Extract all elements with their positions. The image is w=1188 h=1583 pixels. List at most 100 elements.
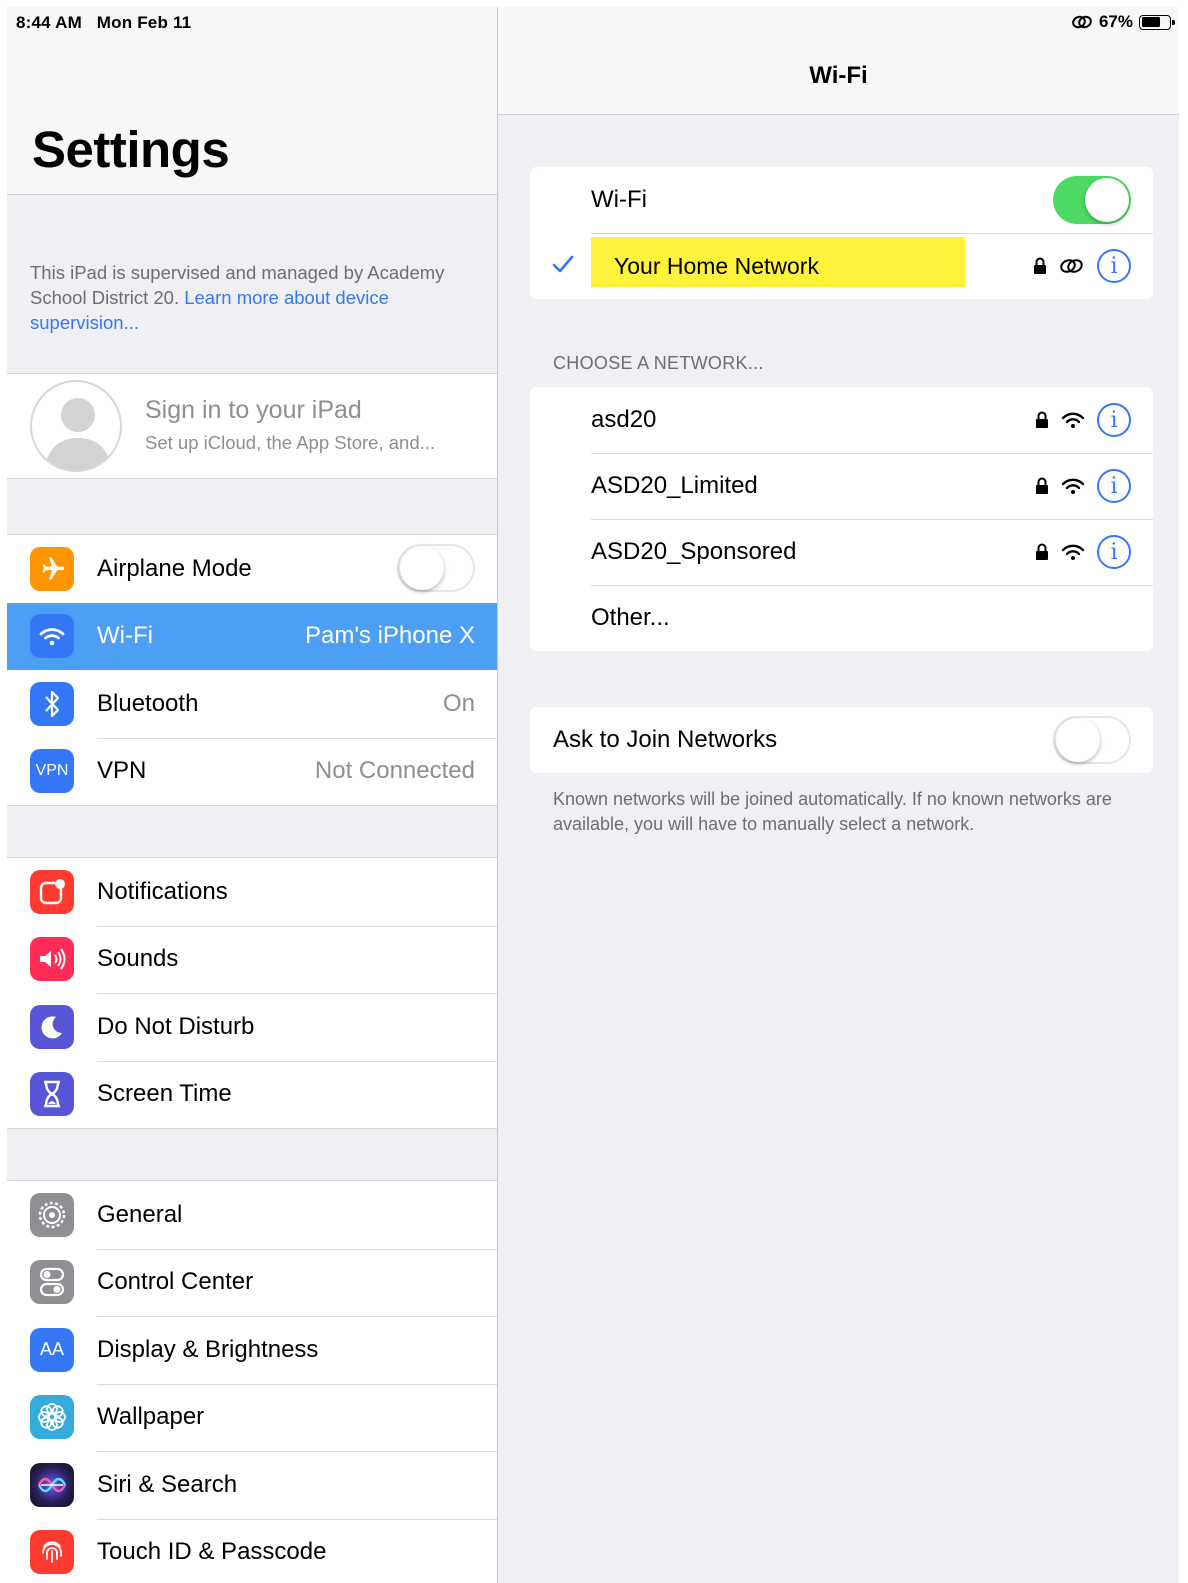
personal-hotspot-icon — [1072, 15, 1092, 29]
network-icons: i — [1035, 403, 1131, 437]
connected-network-row[interactable]: Your Home Network i — [530, 233, 1153, 299]
status-time: 8:44 AM — [16, 13, 82, 32]
checkmark-icon — [552, 255, 574, 273]
bluetooth-icon — [30, 681, 74, 726]
detail-title: Wi-Fi — [809, 62, 868, 89]
network-name: asd20 — [591, 406, 657, 433]
do-not-disturb-label: Do Not Disturb — [97, 1012, 255, 1040]
info-button[interactable]: i — [1097, 403, 1131, 437]
sign-in-title: Sign in to your iPad — [145, 396, 362, 424]
sidebar-item-vpn[interactable]: VPN VPN Not Connected — [7, 737, 497, 806]
sidebar-item-wallpaper[interactable]: Wallpaper — [7, 1383, 497, 1452]
siri-search-label: Siri & Search — [97, 1470, 238, 1498]
info-button[interactable]: i — [1097, 469, 1131, 503]
fingerprint-icon — [30, 1530, 74, 1575]
network-name: ASD20_Limited — [591, 472, 758, 499]
sidebar-item-bluetooth[interactable]: Bluetooth On — [7, 670, 497, 738]
connected-network-name: Your Home Network — [614, 252, 819, 279]
settings-sidebar: 8:44 AM Mon Feb 11 Settings This iPad is… — [7, 7, 497, 1583]
avatar-placeholder-icon — [30, 380, 122, 472]
bluetooth-label: Bluetooth — [97, 689, 199, 717]
wifi-main-group: Wi-Fi Your Home Network i — [530, 167, 1153, 299]
wallpaper-label: Wallpaper — [97, 1403, 205, 1431]
sidebar-item-wifi[interactable]: Wi-Fi Pam's iPhone X — [7, 602, 497, 670]
display-brightness-label: Display & Brightness — [97, 1335, 319, 1363]
sidebar-header: 8:44 AM Mon Feb 11 Settings — [7, 7, 497, 195]
control-center-label: Control Center — [97, 1268, 254, 1296]
control-center-icon — [30, 1260, 74, 1305]
sidebar-item-screen-time[interactable]: Screen Time — [7, 1060, 497, 1129]
toggle-knob — [400, 546, 444, 590]
notifications-icon — [30, 869, 74, 914]
hourglass-icon — [30, 1072, 74, 1117]
ask-to-join-label: Ask to Join Networks — [553, 726, 778, 753]
network-row[interactable]: ASD20_Sponsored i — [530, 519, 1153, 585]
sign-in-subtitle: Set up iCloud, the App Store, and... — [145, 432, 436, 453]
ipad-screen: 8:44 AM Mon Feb 11 Settings This iPad is… — [7, 7, 1179, 1583]
detail-header: 67% Wi-Fi — [498, 7, 1179, 115]
wifi-value: Pam's iPhone X — [304, 622, 475, 650]
sidebar-item-display-brightness[interactable]: AA Display & Brightness — [7, 1316, 497, 1384]
sidebar-item-touch-id[interactable]: Touch ID & Passcode — [7, 1518, 497, 1583]
ask-to-join-toggle[interactable] — [1053, 716, 1131, 764]
wifi-label: Wi-Fi — [97, 622, 153, 650]
status-bar-time: 8:44 AM Mon Feb 11 — [16, 13, 191, 33]
battery-icon — [1139, 14, 1175, 30]
info-button[interactable]: i — [1097, 249, 1131, 283]
page-title: Settings — [32, 121, 230, 178]
vpn-icon: VPN — [30, 749, 74, 794]
wifi-toggle[interactable] — [1053, 176, 1131, 224]
network-row[interactable]: ASD20_Limited i — [530, 453, 1153, 519]
other-network-label: Other... — [591, 604, 670, 631]
touch-id-label: Touch ID & Passcode — [97, 1538, 327, 1566]
info-button[interactable]: i — [1097, 535, 1131, 569]
network-list: asd20 i ASD20_Limited i ASD20_Sponsored — [530, 387, 1153, 651]
ask-to-join-group: Ask to Join Networks — [530, 707, 1153, 773]
wifi-icon — [30, 614, 74, 659]
wifi-signal-icon — [1061, 544, 1085, 560]
battery-percent: 67% — [1098, 12, 1133, 31]
display-icon: AA — [30, 1327, 74, 1372]
wallpaper-icon — [30, 1395, 74, 1440]
notifications-label: Notifications — [97, 877, 228, 905]
screen-time-label: Screen Time — [97, 1080, 232, 1108]
sidebar-item-siri-search[interactable]: Siri & Search — [7, 1451, 497, 1519]
sidebar-item-notifications[interactable]: Notifications — [7, 858, 497, 926]
general-group: General Control Center AA Display & Brig… — [7, 1180, 497, 1583]
sounds-icon — [30, 937, 74, 982]
gear-icon — [30, 1192, 74, 1237]
notifications-group: Notifications Sounds Do Not Disturb Scre… — [7, 857, 497, 1129]
wifi-toggle-row: Wi-Fi — [530, 167, 1153, 233]
wifi-signal-icon — [1061, 412, 1085, 428]
toggle-knob — [1085, 178, 1129, 222]
sidebar-item-do-not-disturb[interactable]: Do Not Disturb — [7, 993, 497, 1061]
ask-to-join-footnote: Known networks will be joined automatica… — [553, 789, 1112, 834]
sidebar-item-airplane-mode[interactable]: Airplane Mode — [7, 535, 497, 603]
ask-to-join-row: Ask to Join Networks — [530, 707, 1153, 773]
wifi-toggle-label: Wi-Fi — [591, 186, 647, 213]
connectivity-group: Airplane Mode Wi-Fi Pam's iPhone X Bluet… — [7, 534, 497, 806]
choose-network-header: CHOOSE A NETWORK... — [553, 353, 764, 373]
sidebar-item-control-center[interactable]: Control Center — [7, 1248, 497, 1317]
network-icons: i — [1035, 469, 1131, 503]
general-label: General — [97, 1200, 183, 1228]
sign-in-row[interactable]: Sign in to your iPad Set up iCloud, the … — [7, 373, 497, 479]
bluetooth-value: On — [442, 689, 475, 717]
supervision-notice: This iPad is supervised and managed by A… — [30, 260, 450, 335]
toggle-knob — [1056, 718, 1100, 762]
network-name: ASD20_Sponsored — [591, 538, 797, 565]
network-row[interactable]: asd20 i — [530, 387, 1153, 453]
other-network-row[interactable]: Other... — [530, 585, 1153, 651]
lock-icon — [1036, 477, 1048, 494]
connected-network-icons: i — [1033, 249, 1131, 283]
lock-icon — [1036, 543, 1048, 560]
wifi-detail-pane: 67% Wi-Fi Wi-Fi Your Home Network i CHOO… — [498, 7, 1179, 1583]
vpn-value: Not Connected — [314, 757, 475, 785]
sidebar-item-sounds[interactable]: Sounds — [7, 925, 497, 994]
sidebar-item-general[interactable]: General — [7, 1181, 497, 1249]
airplane-mode-toggle[interactable] — [397, 544, 475, 592]
airplane-mode-label: Airplane Mode — [97, 554, 252, 582]
lock-icon — [1034, 257, 1046, 274]
network-icons: i — [1035, 535, 1131, 569]
sounds-label: Sounds — [97, 945, 179, 973]
